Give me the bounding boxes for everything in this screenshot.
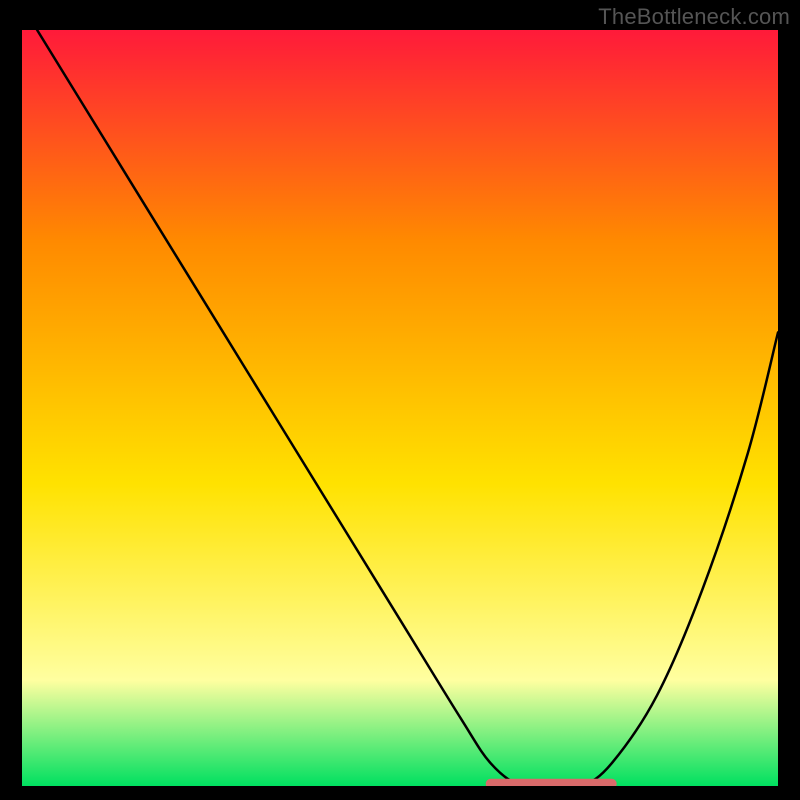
chart-container: TheBottleneck.com <box>0 0 800 800</box>
watermark-text: TheBottleneck.com <box>598 4 790 30</box>
plot-svg <box>22 30 778 786</box>
plot-area <box>22 30 778 786</box>
plot-background <box>22 30 778 786</box>
